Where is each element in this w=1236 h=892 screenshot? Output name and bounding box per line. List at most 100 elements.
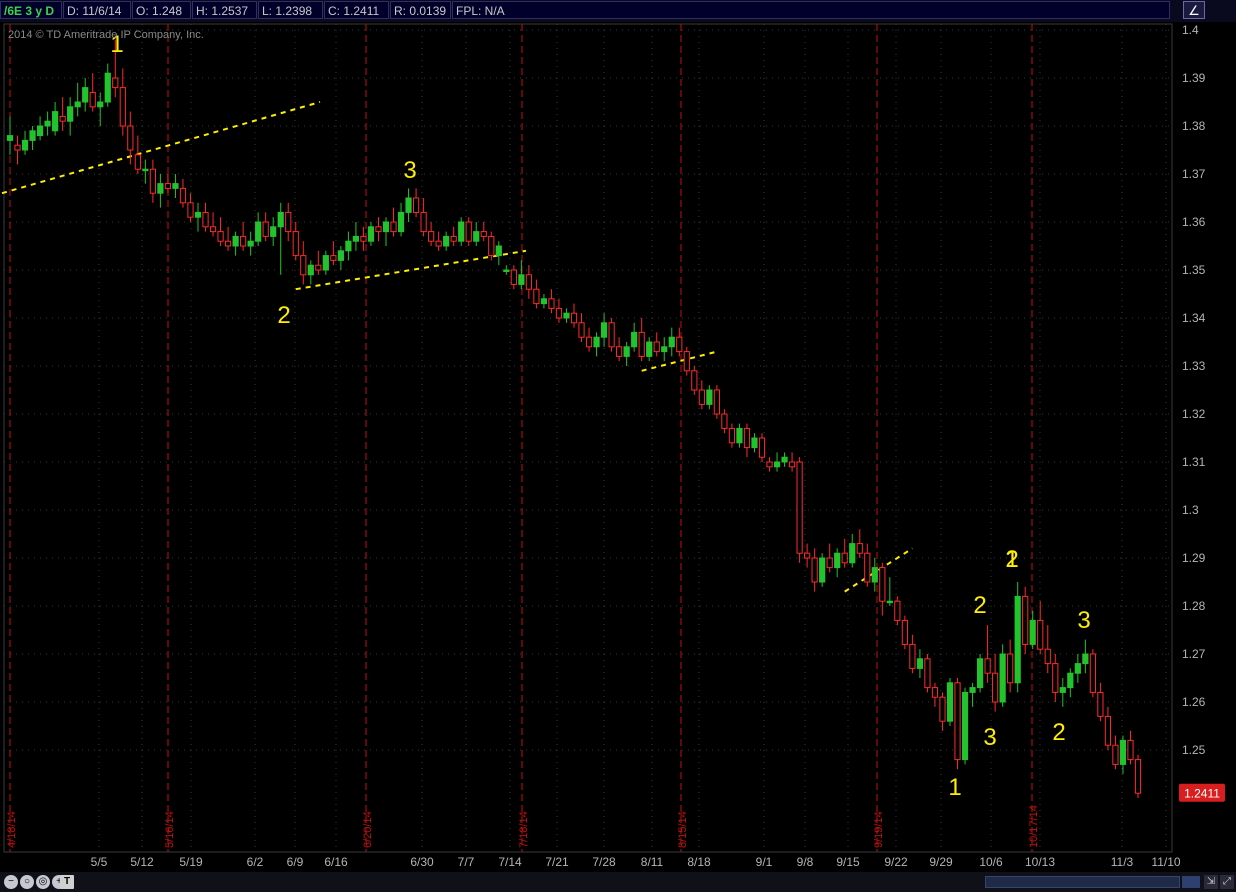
- zoom-reset-icon[interactable]: ○: [20, 875, 34, 889]
- candle-body: [397, 211, 405, 233]
- candle-body: [164, 183, 172, 189]
- candle-body: [488, 235, 495, 257]
- candle-body: [134, 154, 141, 170]
- candle-body: [909, 643, 916, 669]
- x-tick-label: 5/12: [130, 855, 154, 869]
- candle-body: [796, 461, 803, 554]
- candle-body: [600, 322, 608, 338]
- candle-body: [187, 202, 194, 218]
- candle-body: [931, 687, 939, 698]
- symbol-label[interactable]: /6E 3 y D: [0, 1, 62, 19]
- y-tick-label: 1.26: [1182, 695, 1206, 709]
- candle-body: [322, 255, 329, 271]
- candle-body: [525, 274, 532, 290]
- expand-icon[interactable]: ⇲: [1204, 875, 1218, 889]
- candle-body: [82, 87, 89, 103]
- candle-body: [330, 255, 337, 261]
- candle-body: [593, 336, 600, 348]
- x-tick-label: 11/3: [1111, 855, 1134, 869]
- candle-body: [886, 600, 893, 604]
- chart-style-icon[interactable]: ∠: [1183, 1, 1205, 19]
- price-chart[interactable]: 1.41.391.381.371.361.351.341.331.321.311…: [0, 22, 1236, 872]
- trend-line: [1, 101, 321, 195]
- candle-body: [390, 221, 397, 233]
- candle-body: [89, 91, 96, 108]
- candle-body: [194, 211, 202, 218]
- candle-body: [97, 101, 104, 108]
- candle-body: [412, 197, 420, 213]
- candle-body: [1104, 715, 1112, 746]
- candle-body: [6, 135, 14, 141]
- candle-body: [1007, 653, 1014, 684]
- x-tick-label: 9/15: [836, 855, 860, 869]
- event-line-label: 10/17/14: [1028, 805, 1040, 848]
- candle-body: [1014, 595, 1021, 684]
- candle-body: [285, 211, 292, 233]
- candle-body: [555, 307, 563, 319]
- candle-body: [954, 682, 961, 761]
- event-line-label: 7/18/14: [518, 811, 530, 848]
- candle-body: [826, 557, 833, 569]
- candle-body: [616, 346, 623, 357]
- candle-body: [698, 389, 705, 405]
- y-tick-label: 1.34: [1182, 311, 1206, 325]
- candle-body: [382, 221, 390, 233]
- candle-body: [653, 341, 660, 353]
- candle-body: [495, 245, 502, 257]
- fullscreen-icon[interactable]: ⤢: [1220, 875, 1234, 889]
- candle-body: [1037, 619, 1044, 650]
- wave-label: 1: [948, 774, 961, 801]
- candle-body: [1119, 739, 1127, 765]
- candle-body: [773, 461, 781, 468]
- candle-body: [721, 413, 728, 429]
- candle-body: [570, 312, 578, 324]
- y-tick-label: 1.37: [1182, 167, 1206, 181]
- wave-label: 3: [403, 157, 416, 184]
- y-tick-label: 1.39: [1182, 71, 1206, 85]
- candle-body: [856, 543, 863, 554]
- candle-body: [924, 658, 931, 689]
- candle-body: [473, 231, 480, 242]
- candle-body: [59, 115, 66, 122]
- candle-body: [277, 211, 284, 228]
- candle-body: [1074, 663, 1081, 674]
- candle-body: [255, 221, 262, 242]
- candle-body: [480, 231, 487, 237]
- candle-body: [819, 557, 826, 583]
- y-tick-label: 1.35: [1182, 263, 1206, 277]
- x-tick-label: 10/13: [1025, 855, 1055, 869]
- event-line-label: 8/15/14: [677, 811, 689, 848]
- y-tick-label: 1.3: [1182, 503, 1199, 517]
- candle-body: [36, 125, 44, 137]
- candle-body: [578, 322, 585, 338]
- candle-body: [119, 87, 126, 127]
- candle-body: [127, 125, 134, 151]
- x-tick-label: 9/1: [756, 855, 773, 869]
- y-tick-label: 1.38: [1182, 119, 1206, 133]
- event-line-label: 6/20/14: [362, 811, 374, 848]
- candle-body: [315, 264, 322, 271]
- candle-body: [691, 370, 698, 391]
- x-tick-label: 5/19: [179, 855, 203, 869]
- candle-body: [631, 331, 638, 348]
- candle-body: [270, 226, 277, 237]
- candle-body: [683, 351, 690, 372]
- zoom-fit-icon[interactable]: ◎: [36, 875, 50, 889]
- candle-body: [788, 461, 796, 468]
- candle-body: [209, 226, 217, 233]
- wave-label: 2: [973, 592, 986, 619]
- scrollbar-thumb[interactable]: [1182, 876, 1200, 888]
- y-tick-label: 1.28: [1182, 599, 1206, 613]
- candle-body: [443, 235, 450, 247]
- chart-scrollbar[interactable]: [985, 876, 1180, 888]
- candle-body: [1029, 619, 1036, 645]
- candle-body: [706, 389, 713, 405]
- zoom-out-icon[interactable]: −: [4, 875, 18, 889]
- fpl-field: FPL: N/A: [452, 1, 1170, 19]
- candle-body: [548, 298, 555, 309]
- close-field: C: 1.2411: [324, 1, 389, 19]
- candle-body: [811, 557, 818, 583]
- candle-body: [834, 552, 841, 569]
- candle-body: [713, 389, 720, 415]
- drawing-text-icon[interactable]: T: [60, 875, 74, 889]
